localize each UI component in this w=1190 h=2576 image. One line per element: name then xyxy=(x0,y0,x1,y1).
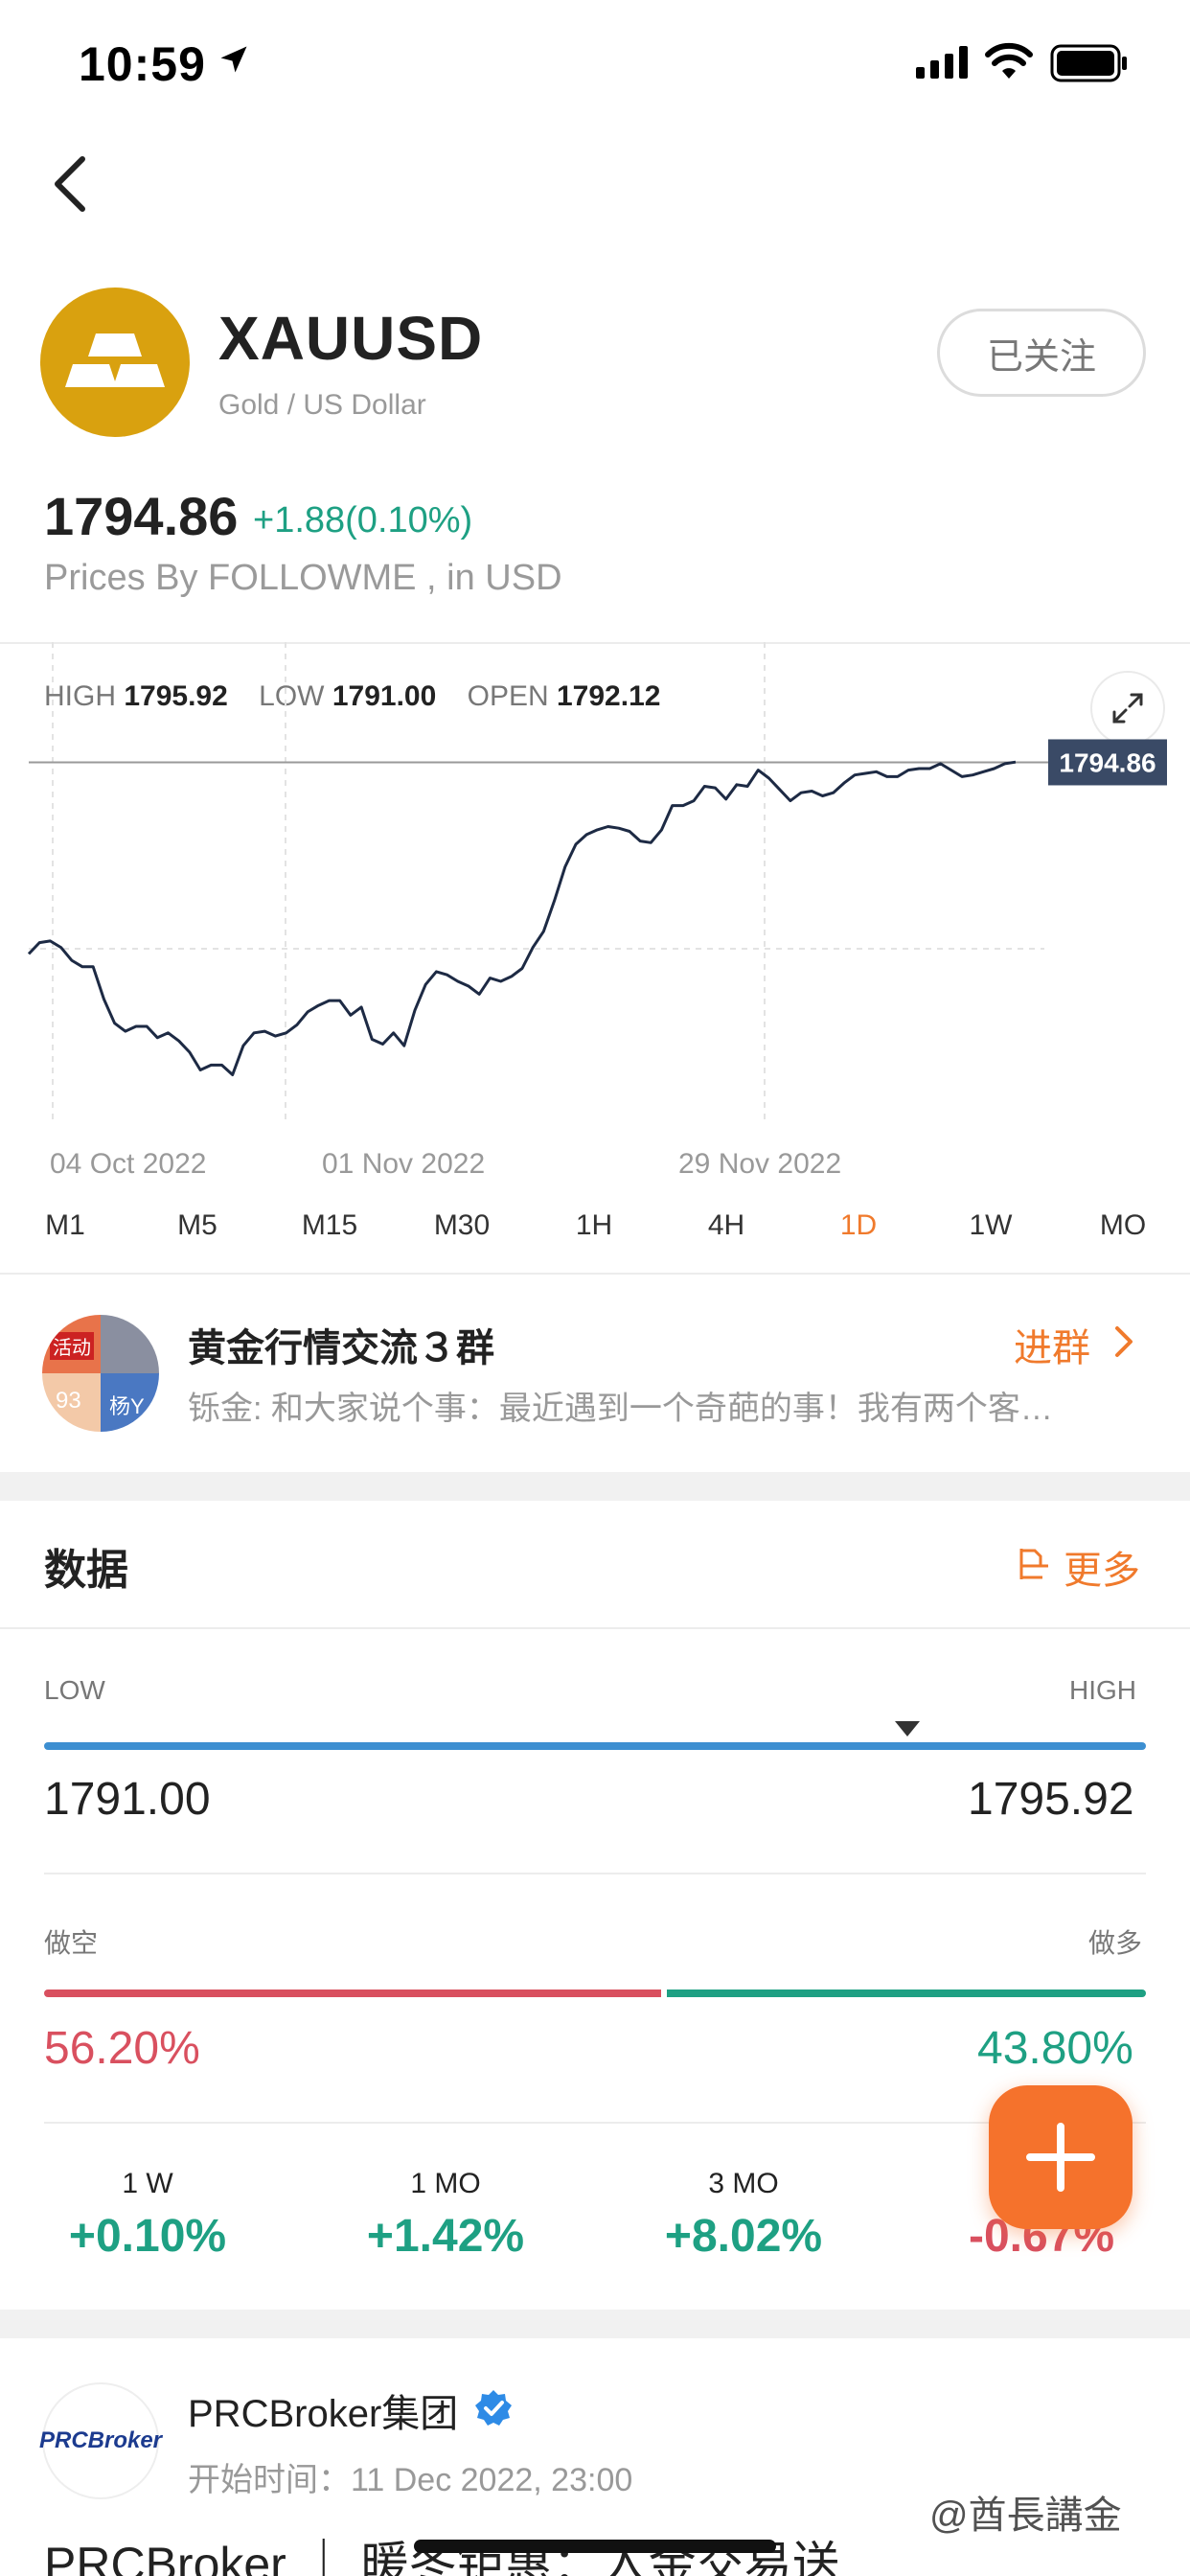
price-source-note: Prices By FOLLOWME , in USD xyxy=(44,558,562,598)
back-chevron-icon[interactable] xyxy=(48,153,90,215)
battery-icon xyxy=(1050,44,1127,82)
long-percentage: 43.80% xyxy=(977,2023,1133,2074)
range-high-value: 1795.92 xyxy=(968,1774,1134,1825)
home-indicator[interactable] xyxy=(414,2540,776,2553)
status-time: 10:59 xyxy=(79,37,206,91)
perf-label: 3 MO xyxy=(708,2168,779,2199)
chevron-right-icon[interactable] xyxy=(1111,1324,1136,1359)
divider xyxy=(0,1273,1190,1275)
day-range-bar xyxy=(44,1742,1146,1750)
price-chart[interactable]: 1794.86 xyxy=(0,642,1190,1160)
perf-label: 1 W xyxy=(122,2168,173,2199)
divider xyxy=(44,2122,1146,2124)
wifi-icon xyxy=(985,42,1033,79)
post-author-name[interactable]: PRCBroker集团 xyxy=(188,2382,458,2438)
divider xyxy=(0,1627,1190,1629)
section-separator xyxy=(0,1472,1190,1501)
location-arrow-icon xyxy=(220,46,247,73)
gold-logo xyxy=(40,288,190,437)
add-button[interactable] xyxy=(989,2085,1133,2229)
price-series-line xyxy=(27,760,1017,1076)
perf-value: +1.42% xyxy=(366,2211,525,2262)
range-low-value: 1791.00 xyxy=(44,1774,211,1825)
timeframe-1w[interactable]: 1W xyxy=(970,1209,1013,1242)
timeframe-mo[interactable]: MO xyxy=(1100,1209,1146,1242)
timeframe-1d[interactable]: 1D xyxy=(840,1209,877,1242)
list-icon[interactable] xyxy=(1016,1545,1054,1583)
post-author-avatar[interactable]: PRCBroker xyxy=(38,2382,163,2499)
x-tick-label: 29 Nov 2022 xyxy=(678,1148,842,1180)
watermark: @酋長講金 xyxy=(929,2495,1122,2537)
short-label: 做空 xyxy=(44,1928,99,1958)
join-group-button[interactable]: 进群 xyxy=(1014,1317,1090,1372)
verified-badge-icon xyxy=(475,2390,512,2426)
long-label: 做多 xyxy=(1088,1928,1143,1958)
perf-value: +8.02% xyxy=(664,2211,823,2262)
avatar-name: 杨Y xyxy=(109,1394,145,1418)
range-marker-icon xyxy=(895,1721,920,1736)
short-sentiment-bar xyxy=(44,1990,661,1997)
cellular-signal-icon xyxy=(916,46,968,79)
gold-bars-icon xyxy=(65,334,165,387)
current-price: 1794.86 xyxy=(44,486,239,546)
timeframe-4h[interactable]: 4H xyxy=(708,1209,744,1242)
more-button[interactable]: 更多 xyxy=(1064,1539,1140,1595)
timeframe-m15[interactable]: M15 xyxy=(302,1209,357,1242)
x-tick-label: 01 Nov 2022 xyxy=(322,1148,486,1180)
group-last-message: 铄金: 和大家说个事：最近遇到一个奇葩的事！我有两个客… xyxy=(188,1391,1053,1427)
data-section-title: 数据 xyxy=(44,1547,128,1594)
avatar-number: 93 xyxy=(56,1388,81,1414)
follow-button[interactable]: 已关注 xyxy=(937,309,1146,397)
avatar-tag: 活动 xyxy=(50,1332,94,1360)
plus-icon xyxy=(1026,2123,1095,2192)
group-title[interactable]: 黄金行情交流３群 xyxy=(188,1317,494,1372)
x-tick-label: 04 Oct 2022 xyxy=(50,1148,207,1180)
current-price-label-text: 1794.86 xyxy=(1059,748,1156,777)
ticker-symbol: XAUUSD xyxy=(218,304,484,373)
range-high-label: HIGH xyxy=(1069,1675,1136,1705)
short-percentage: 56.20% xyxy=(44,2023,200,2074)
post-start-time: 开始时间：11 Dec 2022, 23:00 xyxy=(188,2462,633,2498)
avatar-logo-text: PRCBroker xyxy=(38,2427,163,2453)
group-avatar[interactable]: 活动 93 杨Y xyxy=(42,1315,159,1432)
section-separator xyxy=(0,2310,1190,2338)
price-change: +1.88(0.10%) xyxy=(253,500,473,540)
current-price-label: 1794.86 xyxy=(1048,739,1167,786)
perf-value: +0.10% xyxy=(68,2211,227,2262)
timeframe-m1[interactable]: M1 xyxy=(45,1209,85,1242)
perf-label: 1 MO xyxy=(410,2168,481,2199)
timeframe-1h[interactable]: 1H xyxy=(576,1209,612,1242)
range-low-label: LOW xyxy=(44,1675,105,1705)
timeframe-selector: M1 M5 M15 M30 1H 4H 1D 1W MO xyxy=(0,1209,1190,1248)
timeframe-m30[interactable]: M30 xyxy=(434,1209,490,1242)
ticker-subtitle: Gold / US Dollar xyxy=(218,389,426,421)
divider xyxy=(44,1873,1146,1874)
long-sentiment-bar xyxy=(667,1990,1146,1997)
timeframe-m5[interactable]: M5 xyxy=(177,1209,217,1242)
